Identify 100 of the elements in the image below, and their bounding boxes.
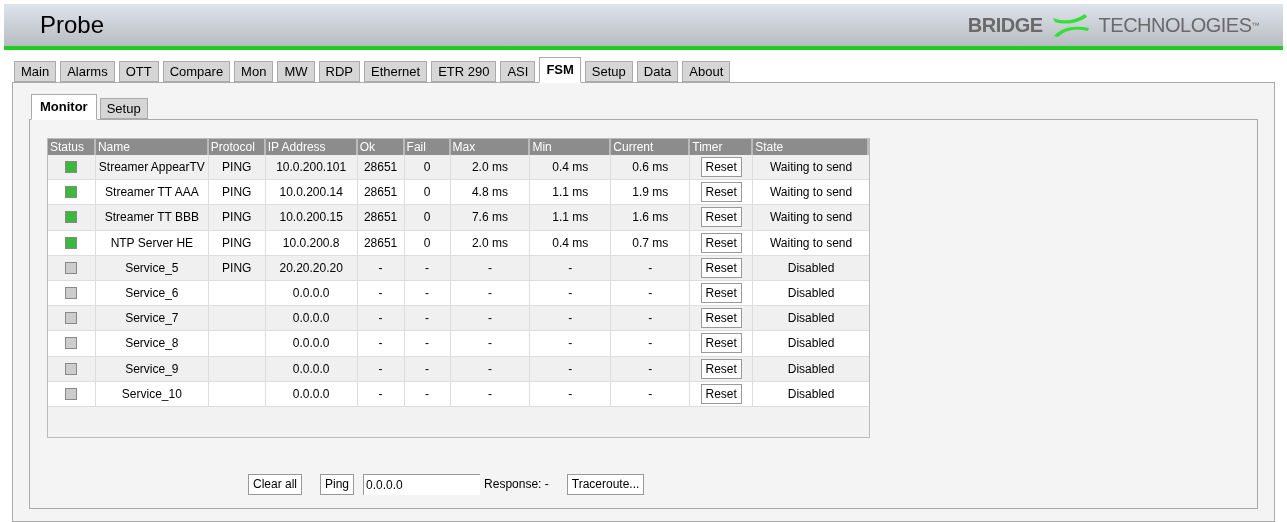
state-cell-text: Waiting to send (769, 209, 853, 227)
name-cell-text: Service_6 (125, 285, 179, 303)
reset-button[interactable]: Reset (700, 283, 742, 304)
sub-tab[interactable]: Setup (99, 98, 148, 119)
current-time-cell-text: - (648, 259, 653, 277)
nav-tab[interactable]: Alarms (60, 61, 115, 82)
logo-text: BRIDGE (967, 13, 1043, 38)
ip-address-cell-text: 0.0.0.0 (292, 335, 330, 353)
min-time-cell-text: 0.4 ms (552, 234, 589, 252)
min-time-cell-text: - (568, 360, 573, 378)
ip-address-cell-text: 0.0.0.0 (292, 360, 330, 378)
reset-button[interactable]: Reset (700, 207, 742, 228)
address-input-field[interactable]: 0.0.0.0 (363, 473, 481, 495)
state-cell-text: Disabled (787, 335, 835, 353)
max-time-cell-text: - (487, 285, 492, 303)
ip-address-cell-text: 20.20.20.20 (279, 259, 343, 277)
protocol-cell-text: PING (222, 234, 252, 252)
reset-button[interactable]: Reset (700, 383, 742, 404)
reset-button[interactable]: Reset (700, 333, 742, 354)
max-time-cell-text: 2.0 ms (471, 234, 508, 252)
fail-count-cell-text: 0 (423, 209, 431, 227)
sub-tab[interactable]: Monitor (31, 94, 97, 120)
app-title: Probe (40, 10, 105, 40)
reset-button[interactable]: Reset (700, 358, 742, 379)
min-time-cell-text: 1.1 ms (552, 209, 589, 227)
name-cell-text: Service_8 (125, 335, 179, 353)
name-cell-text: Streamer TT AAA (105, 184, 199, 202)
state-cell-text: Disabled (787, 385, 835, 403)
nav-tab[interactable]: ETR 290 (431, 61, 497, 82)
fail-count-cell-text: 0 (423, 159, 431, 177)
protocol-cell-text: PING (222, 184, 252, 202)
ip-address-cell-text: 10.0.200.15 (279, 209, 343, 227)
reset-button[interactable]: Reset (700, 182, 742, 203)
current-time-cell-text: - (648, 285, 653, 303)
reset-button[interactable]: Reset (700, 308, 742, 329)
current-time-cell-text: 1.6 ms (632, 209, 669, 227)
min-time-cell-text: 1.1 ms (552, 184, 589, 202)
nav-tab[interactable]: ASI (500, 61, 536, 82)
ok-count-cell-text: - (378, 360, 383, 378)
ip-address-cell-text: 10.0.200.101 (276, 159, 347, 177)
logo-text: TECHNOLOGIES$^{™}$ (1098, 13, 1259, 38)
state-cell-text: Disabled (787, 259, 835, 277)
fail-count-cell-text: 0 (423, 184, 431, 202)
reset-button[interactable]: Reset (700, 232, 742, 253)
min-time-cell-text: - (568, 335, 573, 353)
nav-tab[interactable]: MW (277, 61, 315, 82)
name-cell-text: Service_7 (125, 310, 179, 328)
traceroute-button[interactable]: Traceroute... (566, 473, 645, 495)
nav-tab[interactable]: Data (636, 61, 679, 82)
current-time-cell-text: 0.7 ms (632, 234, 669, 252)
reset-button[interactable]: Reset (700, 257, 742, 278)
ping-button[interactable]: Ping (320, 473, 355, 495)
state-cell-text: Disabled (787, 360, 835, 378)
name-cell-text: Service_5 (125, 259, 179, 277)
current-time-cell-text: 0.6 ms (632, 159, 669, 177)
logo-swoosh-icon (1050, 12, 1091, 38)
ok-count-cell-text: 28651 (363, 234, 398, 252)
name-cell-text: Service_10 (121, 385, 182, 403)
max-time-cell-text: - (487, 335, 492, 353)
fail-count-cell-text: - (425, 385, 430, 403)
min-time-cell-text: - (568, 385, 573, 403)
name-cell-text: Streamer TT BBB (104, 209, 199, 227)
min-time-cell-text: - (568, 285, 573, 303)
max-time-cell-text: - (487, 360, 492, 378)
nav-tab[interactable]: OTT (118, 61, 159, 82)
nav-tab[interactable]: Mon (234, 61, 274, 82)
nav-tab[interactable]: Main (14, 61, 57, 82)
protocol-cell-text: PING (222, 259, 252, 277)
nav-tab[interactable]: Compare (162, 61, 231, 82)
current-time-cell-text: 1.9 ms (632, 184, 669, 202)
min-time-cell-text: - (568, 259, 573, 277)
state-cell-text: Waiting to send (769, 184, 853, 202)
max-time-cell-text: 7.6 ms (471, 209, 508, 227)
current-time-cell-text: - (648, 385, 653, 403)
nav-tab[interactable]: FSM (539, 57, 581, 83)
max-time-cell-text: 4.8 ms (471, 184, 508, 202)
current-time-cell-text: - (648, 360, 653, 378)
clear-all-button[interactable]: Clear all (248, 473, 302, 495)
ok-count-cell-text: - (378, 385, 383, 403)
nav-tab[interactable]: Ethernet (363, 61, 428, 82)
nav-tab[interactable]: RDP (318, 61, 360, 82)
max-time-cell-text: - (487, 259, 492, 277)
name-cell-text: Streamer AppearTV (98, 159, 205, 177)
ok-count-cell-text: - (378, 259, 383, 277)
max-time-cell-text: - (487, 310, 492, 328)
nav-tab[interactable]: About (682, 61, 731, 82)
state-cell-text: Waiting to send (769, 159, 853, 177)
ip-address-cell-text: 10.0.200.8 (282, 234, 340, 252)
ok-count-cell-text: - (378, 335, 383, 353)
ip-address-cell-text: 10.0.200.14 (279, 184, 343, 202)
fail-count-cell-text: - (425, 360, 430, 378)
max-time-cell-text: 2.0 ms (471, 159, 508, 177)
ok-count-cell-text: 28651 (363, 184, 398, 202)
name-cell-text: NTP Server HE (110, 234, 194, 252)
fail-count-cell-text: - (425, 259, 430, 277)
state-cell-text: Disabled (787, 310, 835, 328)
ip-address-cell-text: 0.0.0.0 (292, 385, 330, 403)
nav-tab[interactable]: Setup (584, 61, 633, 82)
fail-count-cell-text: 0 (423, 234, 431, 252)
reset-button[interactable]: Reset (700, 157, 742, 178)
